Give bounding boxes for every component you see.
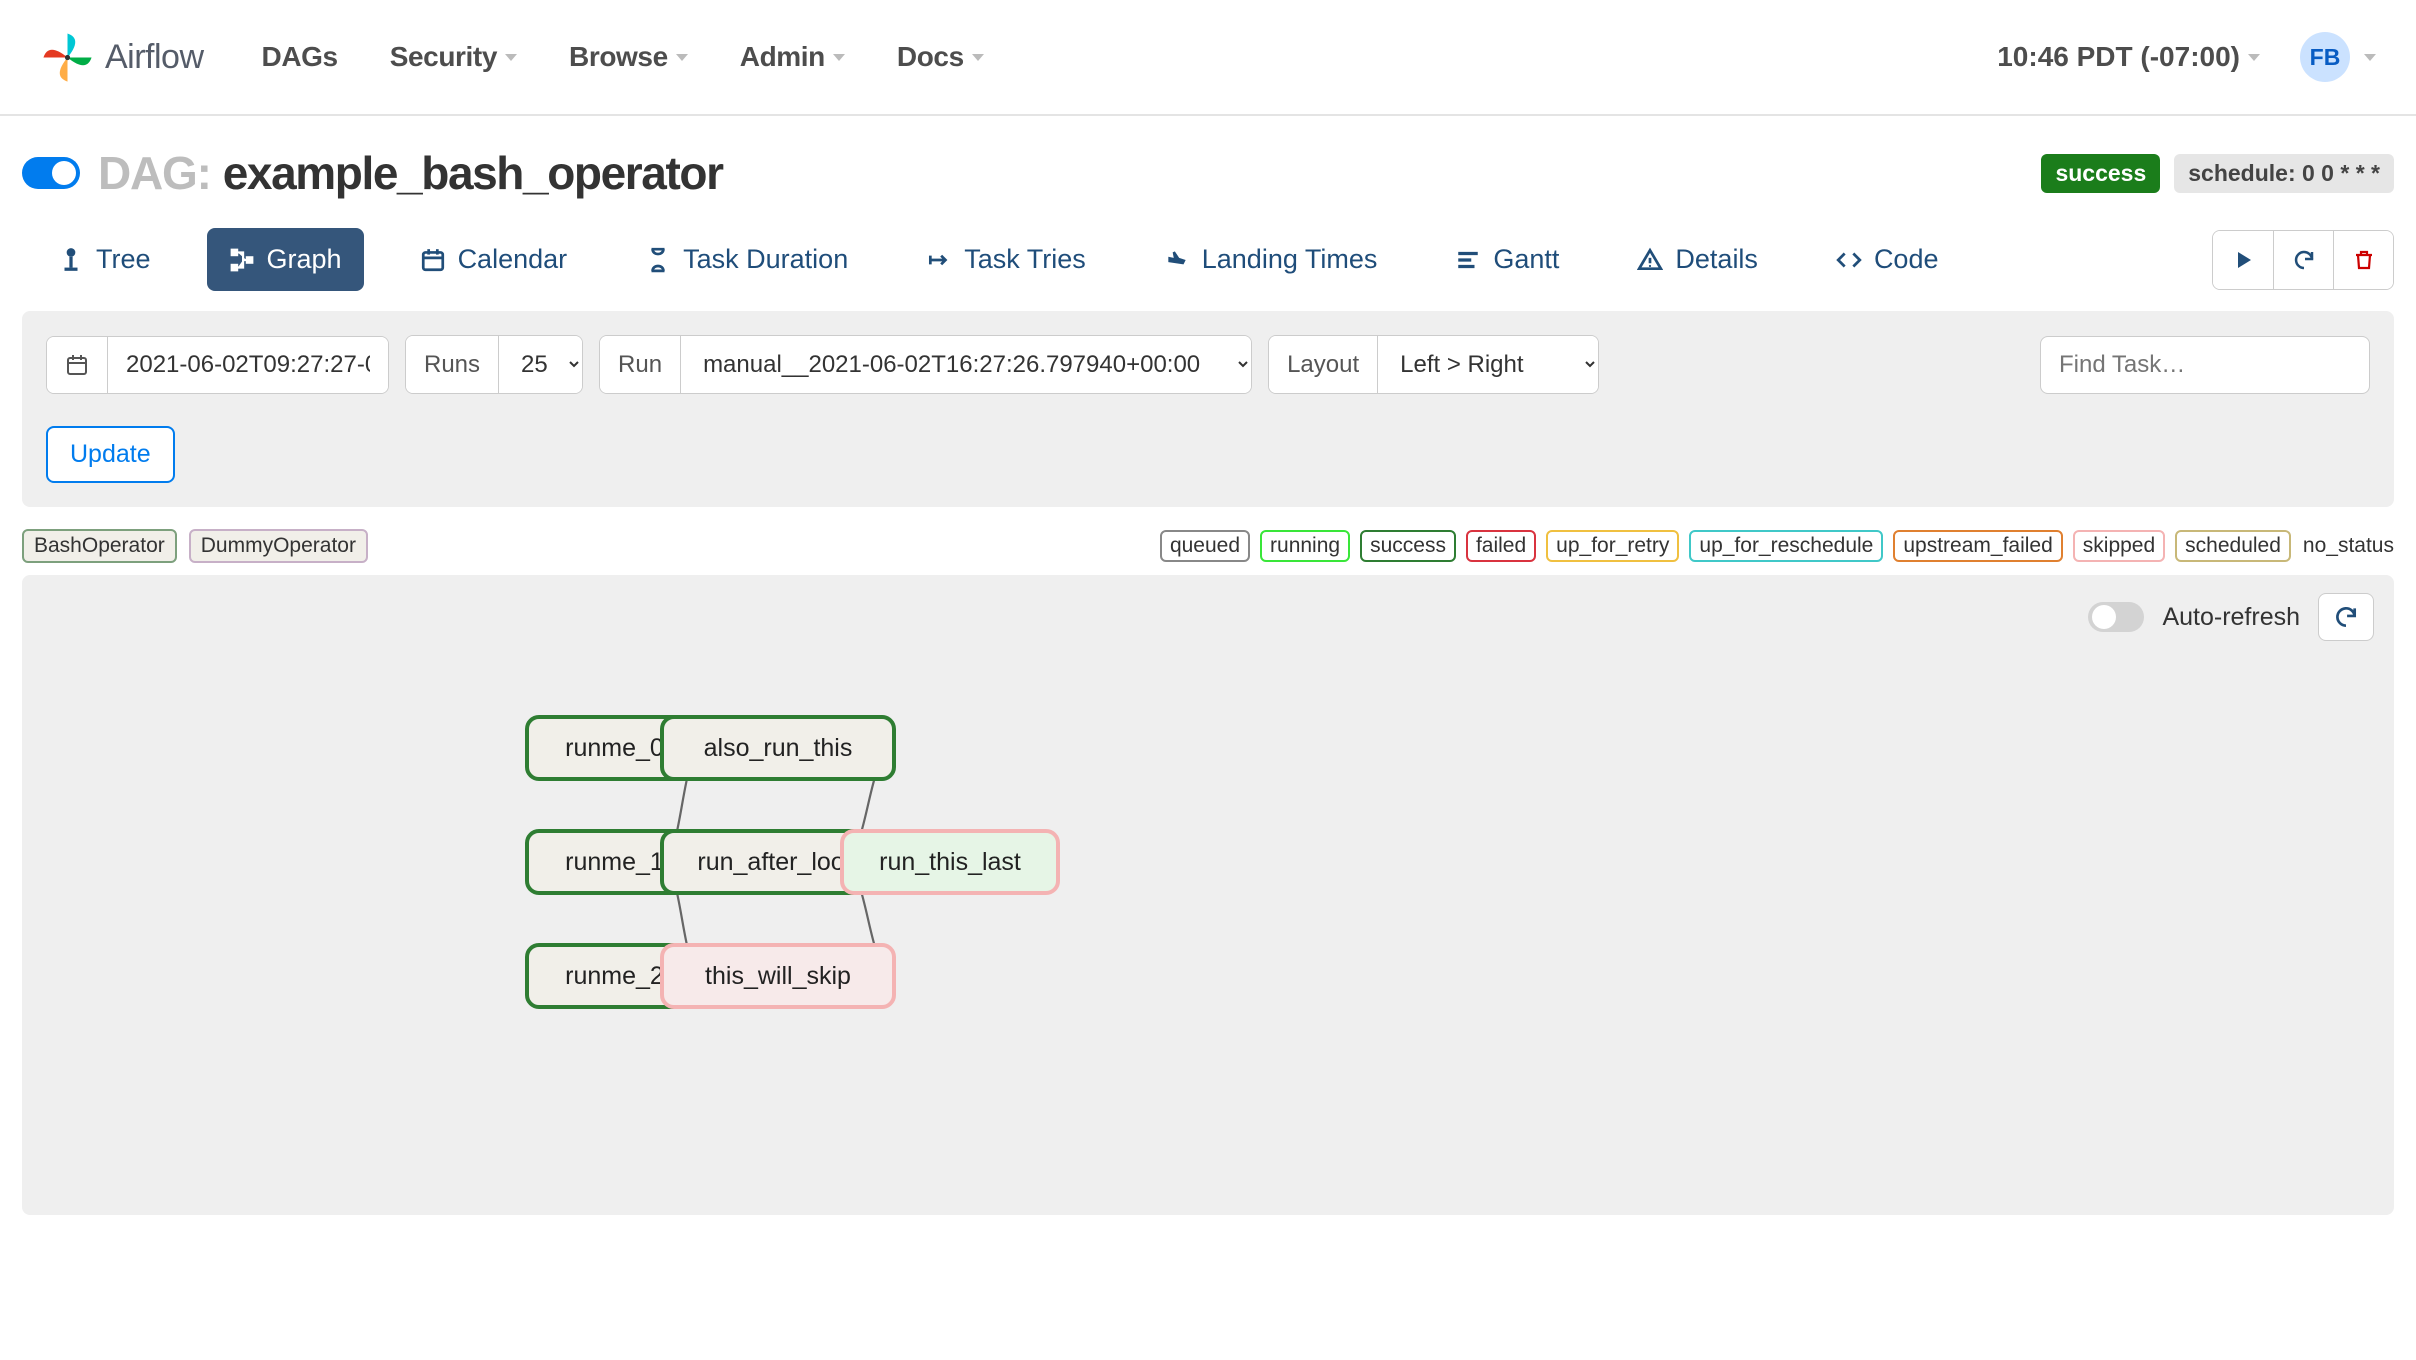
top-navbar: Airflow DAGs Security Browse Admin Docs … [0,0,2416,116]
chevron-down-icon [972,54,984,61]
delete-dag-button[interactable] [2333,231,2393,289]
dag-schedule-pill[interactable]: schedule: 0 0 * * * [2174,154,2394,193]
task-node-label: also_run_this [704,734,853,762]
run-select[interactable]: manual__2021-06-02T16:27:26.797940+00:00 [681,336,1251,393]
run-select-group: Run manual__2021-06-02T16:27:26.797940+0… [599,335,1252,394]
graph-panel: Auto-refresh runme_0 also_run_this runme_1… [22,575,2394,1215]
state-chip-running[interactable]: running [1260,530,1350,562]
refresh-icon [2333,604,2359,630]
dag-name: example_bash_operator [223,146,723,200]
num-runs-group: Runs 25 [405,335,583,394]
tree-icon [58,247,84,273]
state-chip-up_for_reschedule[interactable]: up_for_reschedule [1689,530,1883,562]
base-date-input[interactable] [108,337,388,393]
dag-action-group [2212,230,2394,290]
task-node-run_this_last[interactable]: run_this_last [842,831,1058,893]
no-status-label: no_status [2303,534,2394,558]
layout-label: Layout [1269,336,1378,393]
retry-icon [926,247,952,273]
chevron-down-icon [2248,54,2260,61]
tab-task-tries[interactable]: Task Tries [904,228,1108,291]
landing-icon [1164,247,1190,273]
update-button[interactable]: Update [46,426,175,483]
state-chip-skipped[interactable]: skipped [2073,530,2165,562]
tab-graph[interactable]: Graph [207,228,364,291]
user-menu[interactable]: FB [2300,32,2376,82]
find-task-input[interactable] [2040,336,2370,394]
nav-browse[interactable]: Browse [569,41,688,73]
layout-select-group: Layout Left > Right [1268,335,1599,394]
tab-landing-times[interactable]: Landing Times [1142,228,1400,291]
clock-text: 10:46 PDT (-07:00) [1997,41,2240,73]
num-runs-select[interactable]: 25 [499,336,582,393]
tab-gantt[interactable]: Gantt [1433,228,1581,291]
airflow-pinwheel-icon [40,30,95,85]
task-node-label: runme_0 [565,734,664,762]
state-chip-up_for_retry[interactable]: up_for_retry [1546,530,1679,562]
brand-logo[interactable]: Airflow [40,30,204,85]
gantt-icon [1455,247,1481,273]
task-node-label: runme_1 [565,848,664,876]
nav-admin[interactable]: Admin [740,41,845,73]
code-icon [1836,247,1862,273]
state-chip-queued[interactable]: queued [1160,530,1250,562]
operator-chip-bash[interactable]: BashOperator [22,529,177,563]
legend-row: BashOperator DummyOperator queued running… [0,525,2416,571]
graph-icon [229,247,255,273]
graph-toolbar: Auto-refresh [2088,593,2374,641]
chevron-down-icon [833,54,845,61]
task-node-label: run_after_loop [697,848,858,876]
tab-tree[interactable]: Tree [36,228,173,291]
state-chip-failed[interactable]: failed [1466,530,1536,562]
dag-status-pill[interactable]: success [2041,154,2160,193]
calendar-icon [420,247,446,273]
nav-security[interactable]: Security [390,41,517,73]
brand-text: Airflow [105,38,204,77]
task-node-this_will_skip[interactable]: this_will_skip [662,945,894,1007]
tab-calendar[interactable]: Calendar [398,228,590,291]
task-node-also_run_this[interactable]: also_run_this [662,717,894,779]
refresh-icon [2292,248,2316,272]
chevron-down-icon [505,54,517,61]
clock[interactable]: 10:46 PDT (-07:00) [1997,41,2260,73]
dag-enabled-toggle[interactable] [22,157,80,189]
hourglass-icon [645,247,671,273]
state-chip-success[interactable]: success [1360,530,1456,562]
state-chip-scheduled[interactable]: scheduled [2175,530,2291,562]
refresh-dag-button[interactable] [2273,231,2333,289]
nav-dags[interactable]: DAGs [262,41,338,73]
avatar: FB [2300,32,2350,82]
task-node-label: run_this_last [879,848,1021,876]
dag-header: DAG: example_bash_operator success sched… [0,116,2416,218]
trigger-dag-button[interactable] [2213,231,2273,289]
nav-docs[interactable]: Docs [897,41,984,73]
chevron-down-icon [2364,54,2376,61]
view-tabs: Tree Graph Calendar Task Duration Task T… [0,218,2416,301]
operator-chip-dummy[interactable]: DummyOperator [189,529,368,563]
trash-icon [2352,248,2376,272]
layout-select[interactable]: Left > Right [1378,336,1598,393]
dag-prefix: DAG: [98,146,211,200]
nav-items: DAGs Security Browse Admin Docs [262,41,984,73]
tab-code[interactable]: Code [1814,228,1961,291]
filter-bar: Runs 25 Run manual__2021-06-02T16:27:26.… [22,311,2394,507]
tab-details[interactable]: Details [1615,228,1780,291]
graph-refresh-button[interactable] [2318,593,2374,641]
auto-refresh-label: Auto-refresh [2162,603,2300,632]
warning-icon [1637,247,1663,273]
state-chip-upstream_failed[interactable]: upstream_failed [1893,530,2062,562]
auto-refresh-toggle[interactable] [2088,602,2144,632]
base-date-group [46,336,389,394]
calendar-icon[interactable] [47,337,108,393]
runs-label: Runs [406,336,499,393]
state-legend: queued running success failed up_for_retry up… [1160,530,2291,562]
run-label: Run [600,336,681,393]
chevron-down-icon [676,54,688,61]
play-icon [2231,248,2255,272]
task-node-label: this_will_skip [705,962,851,990]
task-graph[interactable]: runme_0 also_run_this runme_1 run_after_loo… [22,575,1482,1215]
task-node-label: runme_2 [565,962,664,990]
tab-task-duration[interactable]: Task Duration [623,228,870,291]
